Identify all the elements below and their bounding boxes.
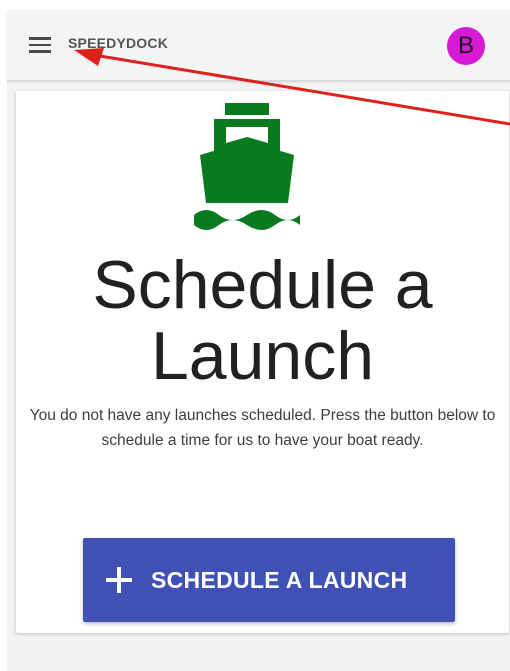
app-screen: SPEEDYDOCK B Schedule a Launch You do no… xyxy=(0,0,510,671)
card-title-line1: Schedule a xyxy=(92,247,433,323)
schedule-launch-button-label: SCHEDULE A LAUNCH xyxy=(151,567,408,593)
top-app-bar: SPEEDYDOCK B xyxy=(7,10,510,81)
card-description: You do not have any launches scheduled. … xyxy=(29,407,496,449)
hamburger-menu-icon[interactable] xyxy=(29,37,51,53)
schedule-launch-card: Schedule a Launch You do not have any la… xyxy=(16,91,509,633)
schedule-launch-button[interactable]: SCHEDULE A LAUNCH xyxy=(83,538,455,622)
boat-icon xyxy=(194,103,300,230)
app-brand-title: SPEEDYDOCK xyxy=(68,35,169,51)
card-title-line2: Launch xyxy=(150,318,375,394)
app-frame: SPEEDYDOCK B Schedule a Launch You do no… xyxy=(7,10,510,671)
plus-icon xyxy=(106,567,132,593)
user-avatar[interactable]: B xyxy=(447,27,485,65)
